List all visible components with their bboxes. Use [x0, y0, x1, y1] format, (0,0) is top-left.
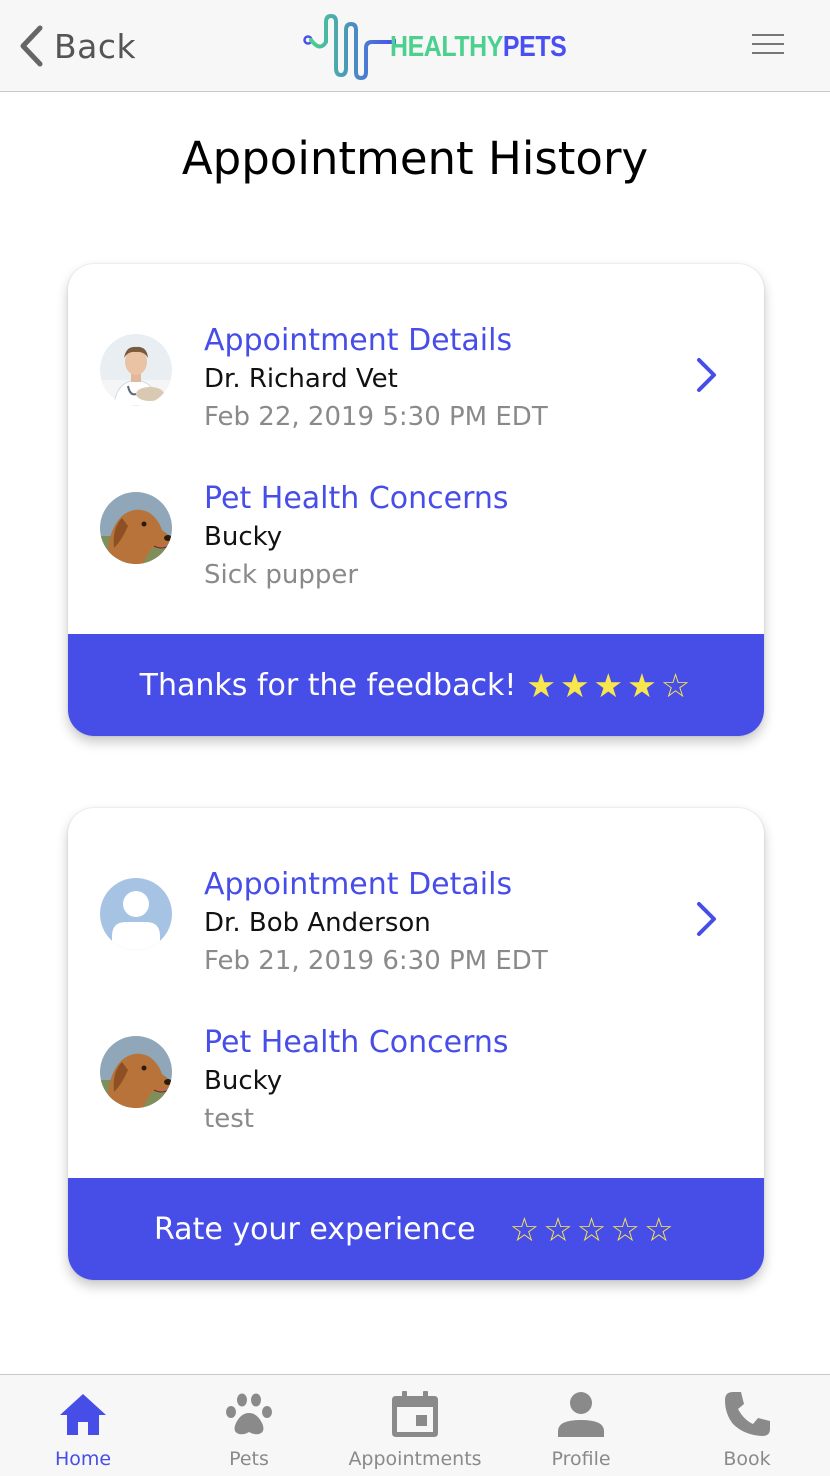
chevron-right-icon[interactable] [694, 898, 720, 940]
nav-label-book: Book [723, 1448, 771, 1470]
pet-concerns-row: Pet Health Concerns Bucky Sick pupper [68, 480, 764, 590]
pet-concerns-text: Pet Health Concerns Bucky Sick pupper [204, 480, 509, 594]
back-label: Back [54, 26, 137, 66]
nav-label-profile: Profile [551, 1448, 611, 1470]
page-title: Appointment History [181, 132, 649, 185]
star-outline-icon[interactable]: ☆ [577, 1213, 607, 1246]
default-user-avatar [100, 878, 172, 950]
nav-item-book[interactable]: Book [664, 1375, 830, 1476]
star-filled-icon[interactable]: ★ [594, 669, 624, 702]
feedback-footer: Thanks for the feedback! ★ ★ ★ ★ ☆ [68, 634, 764, 736]
doctor-name: Dr. Bob Anderson [204, 908, 431, 938]
calendar-icon [392, 1391, 438, 1437]
appointment-card: Appointment Details Dr. Richard Vet Feb … [68, 264, 764, 736]
person-icon [558, 1392, 604, 1437]
healthypets-logo: HEALTHYPETS [302, 12, 595, 82]
star-rating[interactable]: ★ ★ ★ ★ ☆ [524, 669, 692, 702]
appointment-details-text: Appointment Details Dr. Bob Anderson Feb… [204, 866, 548, 980]
rate-experience-text: Rate your experience [154, 1211, 476, 1247]
heartbeat-logo-icon [303, 14, 396, 80]
pet-concerns-heading: Pet Health Concerns [204, 481, 509, 516]
pet-name: Bucky [204, 1066, 283, 1096]
star-filled-icon[interactable]: ★ [526, 669, 556, 702]
pet-photo-avatar [100, 492, 172, 564]
star-outline-icon[interactable]: ☆ [661, 669, 691, 702]
star-rating[interactable]: ☆ ☆ ☆ ☆ ☆ [508, 1213, 676, 1246]
nav-label-home: Home [54, 1448, 112, 1470]
chevron-left-icon [20, 25, 43, 67]
bottom-nav: Home Pets Appointments Profile Book [0, 1374, 830, 1476]
nav-label-pets: Pets [229, 1448, 269, 1470]
appointment-card: Appointment Details Dr. Bob Anderson Feb… [68, 808, 764, 1280]
feedback-text: Thanks for the feedback! [139, 667, 517, 703]
pet-concerns-row: Pet Health Concerns Bucky test [68, 1024, 764, 1134]
pet-concern: test [204, 1104, 254, 1134]
appointment-details-row[interactable]: Appointment Details Dr. Bob Anderson Feb… [68, 866, 764, 976]
logo-wordmark: HEALTHYPETS [390, 30, 567, 64]
pet-concern: Sick pupper [204, 560, 359, 590]
nav-item-home[interactable]: Home [0, 1375, 166, 1476]
star-filled-icon[interactable]: ★ [560, 669, 590, 702]
back-button[interactable]: Back [18, 24, 136, 68]
pet-photo-avatar [100, 1036, 172, 1108]
appointment-details-heading: Appointment Details [204, 867, 513, 902]
nav-item-profile[interactable]: Profile [498, 1375, 664, 1476]
star-outline-icon[interactable]: ☆ [644, 1213, 674, 1246]
phone-icon [725, 1392, 770, 1436]
appointment-datetime: Feb 21, 2019 6:30 PM EDT [204, 946, 548, 976]
pet-concerns-text: Pet Health Concerns Bucky test [204, 1024, 509, 1138]
doctor-name: Dr. Richard Vet [204, 364, 398, 394]
appointment-details-heading: Appointment Details [204, 323, 513, 358]
home-icon [60, 1394, 106, 1435]
appointment-details-text: Appointment Details Dr. Richard Vet Feb … [204, 322, 548, 436]
nav-item-pets[interactable]: Pets [166, 1375, 332, 1476]
star-outline-icon[interactable]: ☆ [543, 1213, 573, 1246]
doctor-photo-avatar [100, 334, 172, 406]
hamburger-menu-icon[interactable] [752, 34, 786, 56]
rate-experience-footer: Rate your experience ☆ ☆ ☆ ☆ ☆ [68, 1178, 764, 1280]
logo-pets-text: PETS [502, 30, 567, 63]
pet-name: Bucky [204, 522, 283, 552]
nav-item-appointments[interactable]: Appointments [332, 1375, 498, 1476]
nav-label-appointments: Appointments [348, 1448, 482, 1470]
star-outline-icon[interactable]: ☆ [610, 1213, 640, 1246]
star-filled-icon[interactable]: ★ [627, 669, 657, 702]
appointment-datetime: Feb 22, 2019 5:30 PM EDT [204, 402, 548, 432]
pet-concerns-heading: Pet Health Concerns [204, 1025, 509, 1060]
app-header: Back HEALTHYPETS [0, 0, 830, 92]
chevron-right-icon[interactable] [694, 354, 720, 396]
paw-icon [226, 1393, 272, 1435]
logo-healthy-text: HEALTHY [390, 30, 503, 63]
star-outline-icon[interactable]: ☆ [510, 1213, 540, 1246]
appointment-details-row[interactable]: Appointment Details Dr. Richard Vet Feb … [68, 322, 764, 432]
